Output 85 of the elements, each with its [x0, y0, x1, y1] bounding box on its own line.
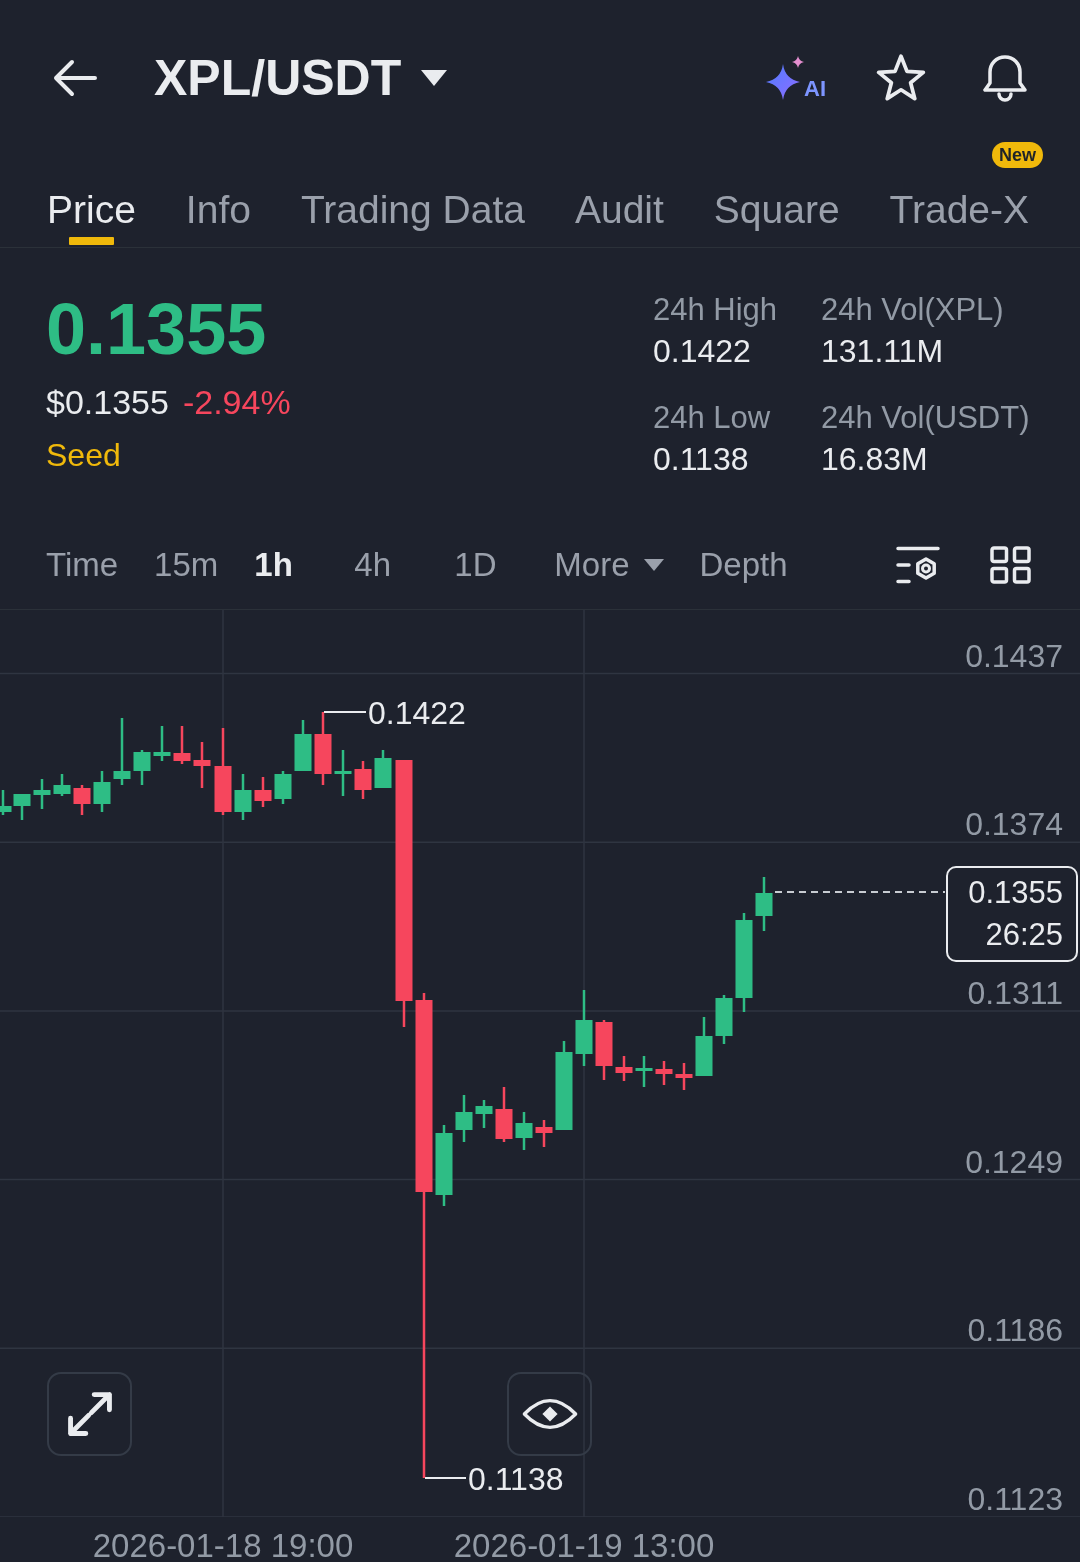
caret-down-icon	[421, 69, 448, 86]
price-axis-label: 0.1311	[967, 974, 1063, 1011]
candle	[294, 720, 312, 771]
candle	[374, 750, 392, 788]
pair-selector[interactable]: XPL/USDT	[154, 47, 448, 108]
low-price-label: 0.1138	[468, 1460, 564, 1497]
candle	[93, 771, 111, 812]
candle	[334, 750, 352, 796]
candle	[53, 774, 71, 796]
tab[interactable]: Square	[713, 155, 840, 247]
stat-value: 0.1422	[653, 333, 751, 369]
grid-icon	[990, 545, 1031, 584]
current-price-label: 0.1355	[968, 874, 1063, 912]
more-dropdown[interactable]: More	[554, 544, 664, 585]
price-change: -2.94%	[182, 382, 291, 422]
fiat-price: $0.1355	[46, 382, 169, 422]
leader-line	[424, 1477, 467, 1479]
stat-label: 24h Vol(XPL)	[821, 292, 1004, 328]
stat-value: 131.11M	[821, 333, 944, 369]
tab[interactable]: Info	[185, 155, 251, 247]
bell-icon	[980, 52, 1030, 103]
last-price: 0.1355	[46, 293, 267, 365]
star-icon	[876, 54, 926, 101]
chart-tab[interactable]: 1h	[254, 544, 319, 585]
fullscreen-button[interactable]	[47, 1372, 132, 1456]
caret-down-icon	[643, 558, 664, 571]
chart-settings-button[interactable]	[896, 545, 940, 584]
chart-tab[interactable]: Time	[46, 544, 119, 585]
visibility-button[interactable]	[507, 1372, 592, 1456]
tag-label: Seed	[46, 436, 121, 474]
leader-line	[323, 711, 367, 713]
price-axis-label: 0.1249	[965, 1143, 1063, 1180]
candle	[515, 1112, 533, 1150]
candle	[455, 1095, 473, 1142]
candle	[33, 779, 51, 809]
chart-tab[interactable]: 15m	[154, 544, 219, 585]
price-axis-label: 0.1437	[965, 637, 1063, 674]
candle	[695, 1017, 713, 1076]
stat-value: 16.83M	[821, 441, 928, 477]
candle	[655, 1061, 673, 1085]
sparkle-icon	[766, 55, 804, 100]
chart-settings-icon	[896, 545, 940, 584]
stat-label: 24h Vol(USDT)	[821, 400, 1030, 436]
candle	[234, 774, 252, 820]
time-axis-label: 2026-01-19 13:00	[453, 1527, 715, 1562]
price-axis-label: 0.1374	[965, 806, 1063, 843]
time-axis-label: 2026-01-18 19:00	[92, 1527, 354, 1562]
tab[interactable]: Trading Data	[300, 155, 525, 247]
candle	[274, 771, 292, 804]
high-price-label: 0.1422	[368, 694, 466, 731]
candle	[715, 995, 733, 1044]
tab[interactable]: Price	[47, 155, 136, 247]
candle	[615, 1056, 633, 1081]
candle	[173, 726, 191, 764]
back-arrow-icon	[52, 57, 98, 98]
tab-badge: New	[992, 142, 1044, 168]
notification-button[interactable]	[980, 52, 1030, 103]
chart-tab[interactable]: 4h	[354, 544, 419, 585]
ai-assistant-button[interactable]: AI	[766, 55, 826, 100]
chart-tab[interactable]: 1D	[454, 544, 519, 585]
candle	[254, 777, 272, 807]
candle	[675, 1063, 693, 1090]
price-axis-label: 0.1123	[967, 1481, 1063, 1517]
price-axis-label: 0.1186	[967, 1312, 1063, 1349]
candle	[535, 1120, 553, 1147]
candle	[113, 718, 131, 785]
stat-value: 0.1138	[653, 441, 749, 477]
candle	[595, 1020, 613, 1080]
candle	[153, 726, 171, 761]
stat-label: 24h High	[653, 292, 778, 328]
chart-tab[interactable]: Depth	[699, 544, 788, 585]
candle	[495, 1087, 513, 1142]
candle	[755, 877, 773, 931]
candle	[73, 785, 91, 815]
countdown-label: 26:25	[985, 916, 1063, 954]
candle	[354, 761, 372, 799]
favorite-button[interactable]	[876, 54, 926, 101]
candle	[193, 742, 211, 788]
candle	[133, 750, 151, 785]
back-button[interactable]	[52, 57, 98, 98]
candle	[475, 1100, 493, 1128]
tab[interactable]: Audit	[574, 155, 664, 247]
stat-label: 24h Low	[653, 400, 771, 436]
layout-button[interactable]	[990, 545, 1031, 584]
candle	[635, 1056, 653, 1087]
